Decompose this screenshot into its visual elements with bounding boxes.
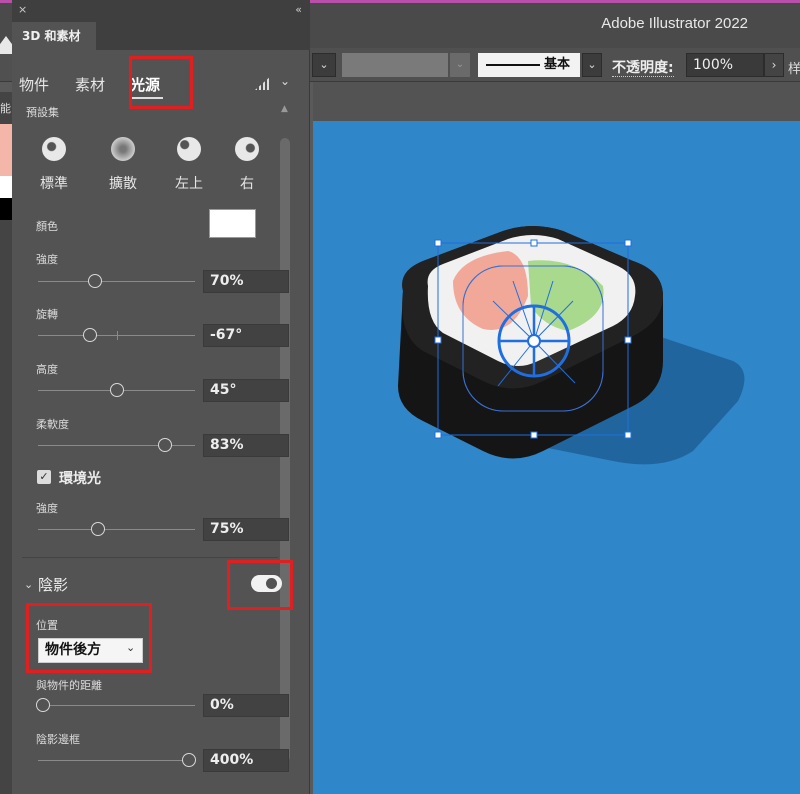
shadow-bounds-slider-knob[interactable] [182, 753, 196, 767]
ambient-intensity-slider-knob[interactable] [91, 522, 105, 536]
light-diffuse-icon [111, 137, 135, 161]
stroke-style-select[interactable]: 基本 [478, 53, 580, 77]
softness-label: 柔軟度 [36, 418, 69, 431]
preset-label: 右 [240, 176, 254, 192]
preset-diffuse[interactable]: 擴散 [101, 137, 145, 193]
subtab-object[interactable]: 物件 [19, 74, 49, 95]
shadow-distance-slider[interactable] [38, 705, 195, 706]
color-label: 顏色 [36, 220, 58, 233]
preset-label: 擴散 [109, 176, 137, 192]
highlight-shadow-position [26, 603, 152, 673]
more-options-label[interactable]: 样 [788, 58, 800, 82]
shadow-bounds-input[interactable]: 400% [203, 749, 289, 772]
preset-label: 左上 [175, 176, 203, 192]
subtab-material[interactable]: 素材 [75, 74, 105, 95]
stroke-line-preview [486, 64, 540, 66]
scroll-up-icon[interactable]: ▲ [281, 104, 288, 114]
light-color-swatch[interactable] [209, 209, 256, 238]
opacity-label[interactable]: 不透明度: [612, 57, 674, 77]
height-input[interactable]: 45° [203, 379, 289, 402]
light-right-icon [235, 137, 259, 161]
rotation-label: 旋轉 [36, 308, 58, 321]
highlight-shadow-toggle [227, 560, 293, 610]
chevron-down-icon[interactable]: ⌄ [280, 74, 290, 88]
panel-tab-row: 3D 和素材 [0, 22, 310, 54]
softness-slider-knob[interactable] [158, 438, 172, 452]
opacity-input[interactable]: 100% [686, 53, 764, 77]
stroke-weight-dropdown[interactable]: ⌄ [450, 53, 470, 77]
strip-label: 能 [0, 102, 11, 115]
shadow-bounds-label: 陰影邊框 [36, 733, 80, 746]
canvas-pasteboard [313, 82, 800, 121]
shadow-distance-input[interactable]: 0% [203, 694, 289, 717]
opacity-slider-toggle[interactable]: › [764, 53, 784, 77]
rotation-input[interactable]: -67° [203, 324, 289, 347]
light-standard-icon [42, 137, 66, 161]
close-icon[interactable]: × [18, 3, 27, 16]
highlight-light-tab [129, 56, 193, 109]
section-divider [22, 557, 278, 558]
preset-top-left[interactable]: 左上 [167, 137, 211, 193]
softness-input[interactable]: 83% [203, 434, 289, 457]
stroke-style-label: 基本 [544, 57, 571, 72]
intensity-label: 強度 [36, 253, 58, 266]
ambient-intensity-label: 強度 [36, 502, 58, 515]
shadow-distance-label: 與物件的距離 [36, 679, 102, 692]
shadow-distance-slider-knob[interactable] [36, 698, 50, 712]
rotation-slider-knob[interactable] [83, 328, 97, 342]
stroke-style-chevron-icon[interactable]: ⌄ [582, 53, 602, 77]
light-top-left-icon [177, 137, 201, 161]
shadow-bounds-slider[interactable] [38, 760, 195, 761]
ambient-intensity-slider[interactable] [38, 529, 195, 530]
intensity-slider-knob[interactable] [88, 274, 102, 288]
panel-header: × « [12, 0, 310, 22]
fill-dropdown-button[interactable]: ⌄ [312, 53, 336, 77]
intensity-input[interactable]: 70% [203, 270, 289, 293]
stroke-weight-field[interactable] [342, 53, 448, 77]
chevron-down-icon[interactable]: ⌄ [24, 578, 33, 591]
preset-standard[interactable]: 標準 [32, 137, 76, 193]
intensity-slider[interactable] [38, 281, 195, 282]
height-slider-knob[interactable] [110, 383, 124, 397]
presets-label: 預設集 [26, 106, 59, 119]
shadow-section-label[interactable]: 陰影 [38, 574, 68, 595]
ambient-intensity-input[interactable]: 75% [203, 518, 289, 541]
sushi-3d-artwork[interactable] [313, 121, 800, 794]
ambient-light-label[interactable]: 環境光 [59, 468, 101, 488]
preset-right[interactable]: 右 [225, 137, 269, 193]
ambient-light-checkbox[interactable]: ✓ [37, 470, 51, 484]
tab-3d-materials[interactable]: 3D 和素材 [12, 22, 96, 50]
preset-label: 標準 [40, 176, 68, 192]
rotation-center-tick [117, 331, 118, 340]
app-title: Adobe Illustrator 2022 [601, 15, 748, 32]
collapse-icon[interactable]: « [295, 3, 302, 16]
height-label: 高度 [36, 363, 58, 376]
